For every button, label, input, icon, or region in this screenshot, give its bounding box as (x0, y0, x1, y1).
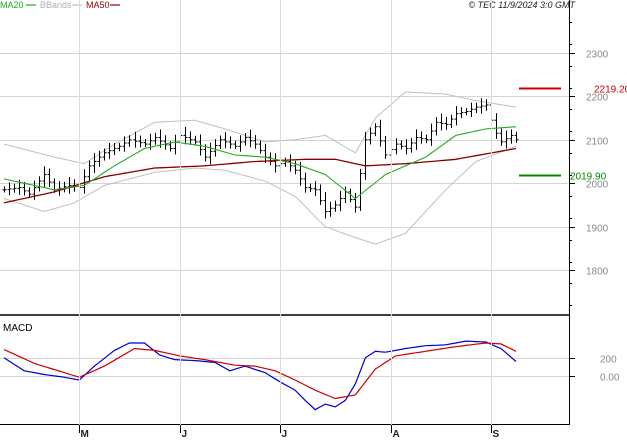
price-tick-label: 2100 (586, 137, 609, 148)
chart-background (0, 0, 627, 440)
price-chart: 180019002000210022002300 2219.202019.90 … (0, 0, 627, 440)
month-label: J (182, 429, 188, 440)
price-tick-label: 1900 (586, 224, 609, 235)
resistance-label: 2219.20 (594, 85, 627, 96)
support-label: 2019.90 (570, 172, 607, 183)
legend: MA20 BBands MA50 (0, 0, 120, 10)
month-label: M (81, 429, 89, 440)
legend-ma50-label: MA50 (86, 0, 110, 10)
legend-ma20-label: MA20 (0, 0, 24, 10)
legend-bbands-label: BBands (40, 0, 72, 10)
price-tick-label: 1800 (586, 267, 609, 278)
macd-tick-label: 200 (600, 355, 617, 366)
month-label: J (282, 429, 288, 440)
month-label: S (493, 429, 500, 440)
macd-title: MACD (3, 323, 32, 334)
macd-tick-label: 0.00 (600, 373, 620, 384)
price-tick-label: 2300 (586, 50, 609, 61)
timestamp-stamp: © TEC 11/9/2024 3:0 GMT (468, 0, 576, 10)
month-label: A (393, 429, 400, 440)
